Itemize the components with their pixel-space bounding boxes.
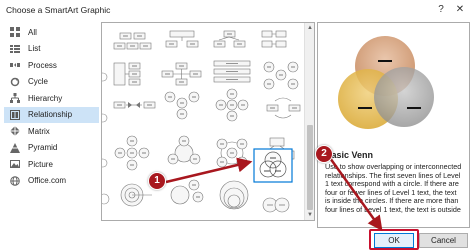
category-label: All	[28, 27, 37, 37]
layout-thumbnail[interactable]	[113, 101, 156, 109]
category-label: List	[28, 44, 41, 54]
category-cycle[interactable]: Cycle	[4, 74, 99, 91]
layout-thumbnail[interactable]	[213, 30, 246, 48]
layout-thumbnail[interactable]	[161, 62, 202, 86]
list-icon	[9, 43, 20, 54]
scroll-thumb[interactable]	[307, 125, 313, 210]
layout-gallery[interactable]: ▲ ▼	[101, 22, 315, 221]
cycle-icon	[9, 76, 20, 87]
preview-pane: Basic Venn Use to show overlapping or in…	[317, 22, 470, 228]
ok-button[interactable]: OK	[374, 233, 414, 248]
close-button[interactable]: ✕	[452, 2, 468, 17]
category-label: Matrix	[28, 126, 50, 136]
category-pyramid[interactable]: Pyramid	[4, 140, 99, 157]
help-button[interactable]: ?	[433, 2, 449, 17]
layout-thumbnail[interactable]	[170, 179, 204, 205]
layout-basic-venn[interactable]	[253, 148, 293, 183]
layout-thumbnail[interactable]	[114, 135, 150, 171]
layout-thumbnail[interactable]	[113, 62, 141, 86]
category-all[interactable]: All	[4, 24, 99, 41]
layout-thumbnail[interactable]	[165, 30, 199, 48]
category-matrix[interactable]: Matrix	[4, 123, 99, 140]
category-label: Hierarchy	[28, 93, 63, 103]
layout-thumbnail[interactable]	[262, 197, 290, 213]
category-hierarchy[interactable]: Hierarchy	[4, 90, 99, 107]
matrix-icon	[9, 126, 20, 137]
category-picture[interactable]: Picture	[4, 156, 99, 173]
layout-thumbnails	[102, 23, 301, 220]
category-list-item[interactable]: List	[4, 41, 99, 58]
picture-icon	[9, 159, 20, 170]
layout-thumbnail[interactable]	[266, 97, 301, 119]
layout-thumbnail[interactable]	[261, 30, 287, 48]
gallery-scrollbar[interactable]: ▲ ▼	[304, 23, 314, 220]
category-office-com[interactable]: Office.com	[4, 173, 99, 190]
category-label: Office.com	[28, 176, 67, 186]
layout-thumbnail[interactable]	[113, 32, 152, 50]
category-list: All List Process Cycle Hierarchy Relatio…	[4, 24, 99, 230]
dialog-title: Choose a SmartArt Graphic	[6, 5, 111, 15]
layout-thumbnail[interactable]	[219, 180, 249, 210]
process-icon	[9, 60, 20, 71]
layout-thumbnail[interactable]	[216, 138, 248, 168]
scroll-down-arrow-icon[interactable]: ▼	[305, 210, 314, 220]
category-process[interactable]: Process	[4, 57, 99, 74]
category-relationship[interactable]: Relationship	[4, 106, 99, 123]
category-label: Relationship	[28, 110, 73, 120]
layout-thumbnail[interactable]	[213, 60, 251, 83]
hierarchy-icon	[9, 93, 20, 104]
category-label: Cycle	[28, 77, 49, 87]
cancel-button[interactable]: Cancel	[419, 233, 468, 248]
pyramid-icon	[9, 142, 20, 153]
scroll-up-arrow-icon[interactable]: ▲	[305, 23, 314, 33]
layout-thumbnail[interactable]	[164, 91, 200, 120]
layout-thumbnail[interactable]	[215, 88, 249, 122]
venn-preview-image	[338, 36, 434, 129]
layout-thumbnail[interactable]	[120, 183, 152, 207]
category-label: Picture	[28, 159, 53, 169]
category-label: Pyramid	[28, 143, 58, 153]
all-icon	[9, 27, 20, 38]
layout-thumbnail[interactable]	[263, 61, 299, 90]
layout-thumbnail[interactable]	[102, 23, 110, 220]
step-1-badge: 1	[148, 172, 166, 190]
step-2-badge: 2	[315, 145, 333, 163]
relationship-icon	[9, 109, 20, 120]
layout-thumbnail[interactable]	[167, 135, 201, 165]
office-icon	[9, 175, 20, 186]
layout-description: Use to show overlapping or interconnecte…	[325, 163, 463, 221]
category-label: Process	[28, 60, 57, 70]
title-bar: Choose a SmartArt Graphic ? ✕	[0, 0, 474, 20]
